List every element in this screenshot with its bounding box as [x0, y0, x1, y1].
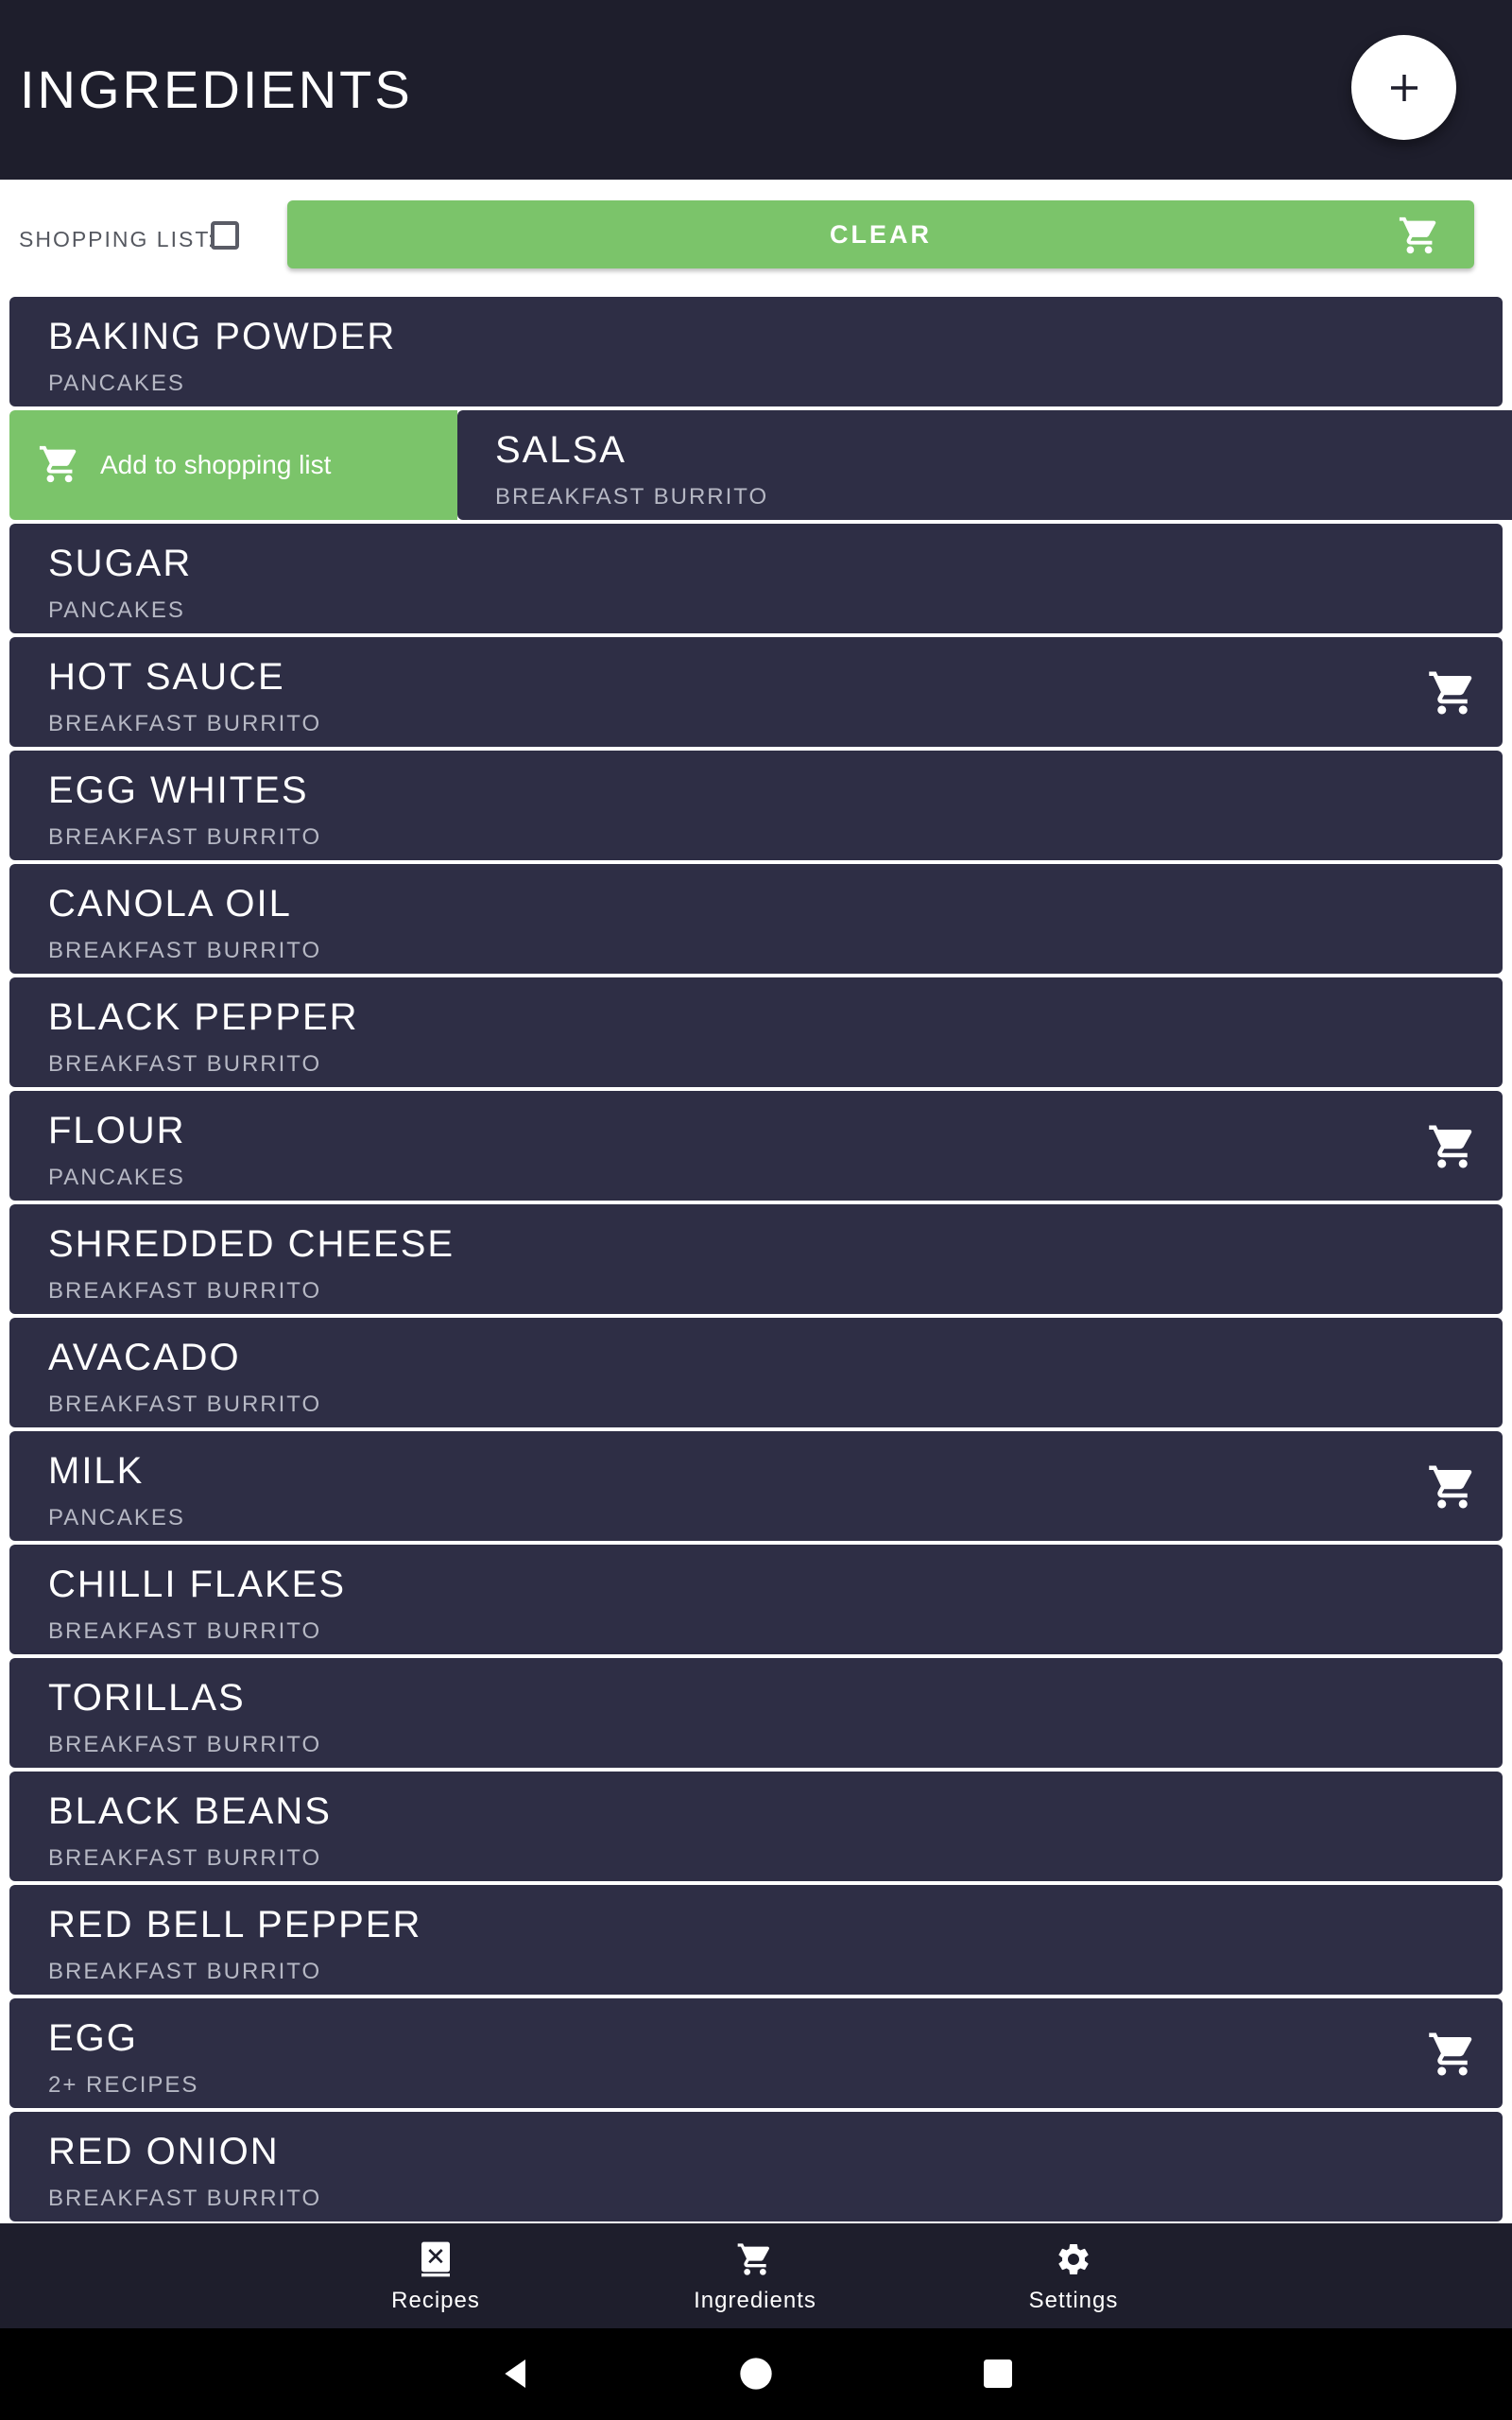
ingredient-name: AVACADO: [48, 1337, 241, 1378]
list-item[interactable]: Add to shopping list SALSA BREAKFAST BUR…: [9, 410, 1512, 520]
in-cart-icon: [1429, 671, 1472, 715]
nav-recipes-label: Recipes: [391, 2288, 480, 2313]
ingredient-recipe: BREAKFAST BURRITO: [48, 1959, 322, 1984]
list-item[interactable]: SHREDDED CHEESE BREAKFAST BURRITO: [9, 1204, 1503, 1314]
cart-icon: [737, 2243, 770, 2275]
ingredient-name: CANOLA OIL: [48, 883, 292, 925]
back-icon[interactable]: [497, 2355, 535, 2393]
ingredient-recipe: BREAKFAST BURRITO: [48, 2186, 322, 2211]
plus-icon: [1390, 74, 1418, 101]
home-icon[interactable]: [737, 2355, 775, 2393]
in-cart-icon: [1429, 1125, 1472, 1168]
ingredient-recipe: PANCAKES: [48, 1165, 185, 1190]
ingredient-recipe: BREAKFAST BURRITO: [48, 711, 322, 736]
list-item[interactable]: BLACK PEPPER BREAKFAST BURRITO: [9, 977, 1503, 1087]
ingredient-recipe: BREAKFAST BURRITO: [48, 1392, 322, 1417]
ingredient-name: CHILLI FLAKES: [48, 1564, 347, 1605]
list-item[interactable]: MILK PANCAKES: [9, 1431, 1503, 1541]
list-item[interactable]: HOT SAUCE BREAKFAST BURRITO: [9, 637, 1503, 747]
cart-icon: [39, 445, 77, 483]
bottom-navigation: Recipes Ingredients Settings: [0, 2223, 1512, 2328]
nav-ingredients-label: Ingredients: [694, 2288, 816, 2313]
nav-settings-label: Settings: [1028, 2288, 1119, 2313]
list-item[interactable]: FLOUR PANCAKES: [9, 1091, 1503, 1201]
in-cart-icon: [1429, 2032, 1472, 2076]
add-to-shopping-list-action[interactable]: Add to shopping list: [9, 410, 457, 520]
recipe-book-icon: [421, 2241, 450, 2277]
ingredient-recipe: BREAKFAST BURRITO: [495, 484, 769, 510]
list-item[interactable]: BLACK BEANS BREAKFAST BURRITO: [9, 1772, 1503, 1881]
ingredient-recipe: BREAKFAST BURRITO: [48, 1278, 322, 1304]
ingredient-recipe: PANCAKES: [48, 371, 185, 396]
list-item[interactable]: RED ONION BREAKFAST BURRITO: [9, 2112, 1503, 2221]
list-item[interactable]: CHILLI FLAKES BREAKFAST BURRITO: [9, 1545, 1503, 1654]
list-item[interactable]: SUGAR PANCAKES: [9, 524, 1503, 633]
ingredient-recipe: PANCAKES: [48, 1505, 185, 1530]
ingredient-name: EGG: [48, 2017, 138, 2059]
shopping-list-checkbox[interactable]: [211, 221, 239, 250]
ingredient-name: RED ONION: [48, 2131, 280, 2172]
ingredient-recipe: BREAKFAST BURRITO: [48, 1618, 322, 1644]
ingredient-recipe: PANCAKES: [48, 597, 185, 623]
ingredient-name: MILK: [48, 1450, 145, 1492]
ingredient-name: SHREDDED CHEESE: [48, 1223, 455, 1265]
add-ingredient-button[interactable]: [1351, 35, 1456, 140]
list-item[interactable]: BAKING POWDER PANCAKES: [9, 297, 1503, 406]
shopping-list-label: SHOPPING LIST:: [19, 227, 216, 251]
list-item[interactable]: AVACADO BREAKFAST BURRITO: [9, 1318, 1503, 1427]
system-navigation-bar: [0, 2328, 1512, 2420]
add-to-shopping-list-label: Add to shopping list: [100, 450, 332, 479]
clear-button-label: CLEAR: [830, 220, 932, 249]
list-item[interactable]: TORILLAS BREAKFAST BURRITO: [9, 1658, 1503, 1768]
shopping-toolbar: SHOPPING LIST: CLEAR: [0, 180, 1512, 293]
ingredient-recipe: BREAKFAST BURRITO: [48, 938, 322, 963]
gear-icon: [1058, 2244, 1089, 2274]
ingredient-recipe: 2+ RECIPES: [48, 2072, 199, 2098]
ingredient-card[interactable]: SALSA BREAKFAST BURRITO: [457, 410, 1512, 520]
recents-icon[interactable]: [979, 2355, 1017, 2393]
ingredient-recipe: BREAKFAST BURRITO: [48, 1845, 322, 1871]
ingredient-name: BLACK PEPPER: [48, 996, 359, 1038]
in-cart-icon: [1429, 1465, 1472, 1509]
cart-icon: [1399, 216, 1436, 254]
ingredient-name: TORILLAS: [48, 1677, 246, 1719]
ingredient-name: BLACK BEANS: [48, 1790, 332, 1832]
ingredient-recipe: BREAKFAST BURRITO: [48, 824, 322, 850]
list-item[interactable]: RED BELL PEPPER BREAKFAST BURRITO: [9, 1885, 1503, 1995]
ingredient-name: FLOUR: [48, 1110, 186, 1151]
ingredient-name: SUGAR: [48, 543, 193, 584]
nav-ingredients[interactable]: Ingredients: [661, 2223, 850, 2328]
ingredient-name: BAKING POWDER: [48, 316, 397, 357]
list-item[interactable]: EGG 2+ RECIPES: [9, 1998, 1503, 2108]
nav-recipes[interactable]: Recipes: [341, 2223, 530, 2328]
ingredient-name: SALSA: [495, 429, 627, 471]
list-item[interactable]: EGG WHITES BREAKFAST BURRITO: [9, 751, 1503, 860]
app-bar: INGREDIENTS: [0, 0, 1512, 180]
ingredient-name: HOT SAUCE: [48, 656, 285, 698]
page-title: INGREDIENTS: [20, 60, 413, 119]
ingredient-recipe: BREAKFAST BURRITO: [48, 1732, 322, 1757]
ingredient-recipe: BREAKFAST BURRITO: [48, 1051, 322, 1077]
ingredient-name: RED BELL PEPPER: [48, 1904, 422, 1945]
nav-settings[interactable]: Settings: [979, 2223, 1168, 2328]
clear-button[interactable]: CLEAR: [287, 200, 1474, 268]
list-item[interactable]: CANOLA OIL BREAKFAST BURRITO: [9, 864, 1503, 974]
ingredient-name: EGG WHITES: [48, 769, 309, 811]
